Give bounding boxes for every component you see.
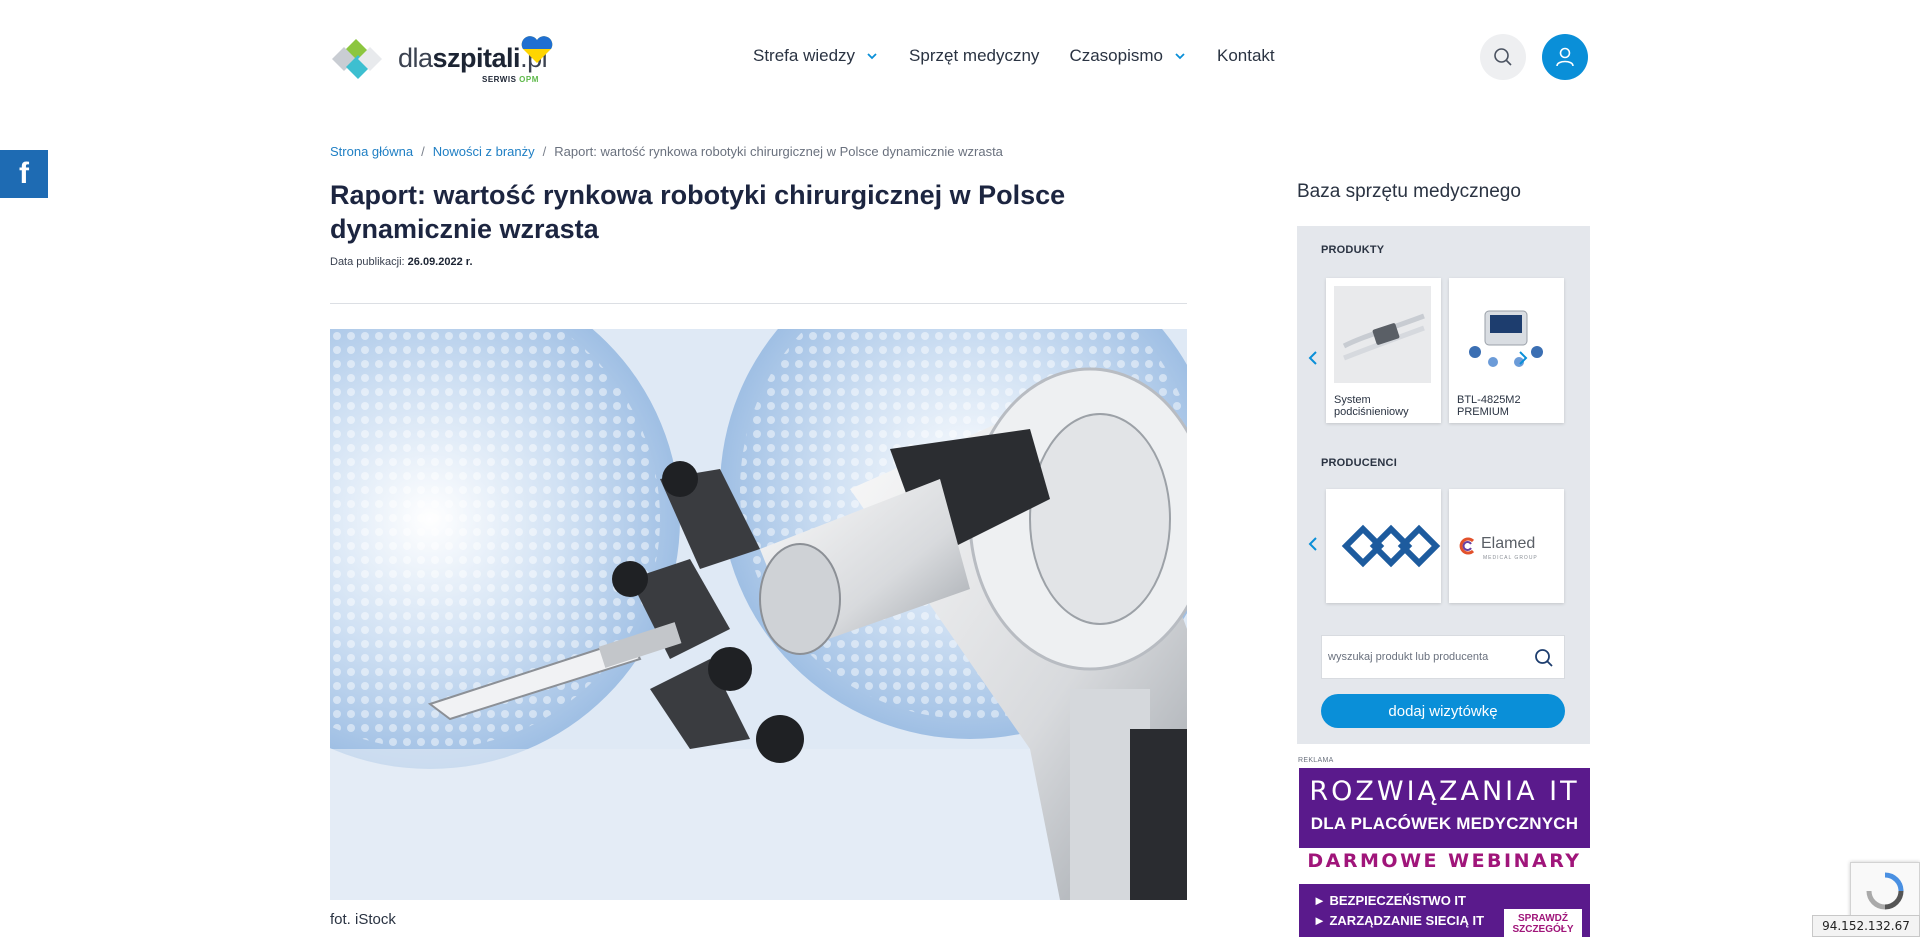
- recaptcha-badge[interactable]: [1850, 862, 1920, 922]
- article-hero-image: [330, 329, 1187, 900]
- ad-webinar-text: DARMOWE WEBINARY: [1307, 850, 1582, 872]
- search-icon[interactable]: [1534, 648, 1554, 668]
- facebook-share-button[interactable]: f: [0, 150, 48, 198]
- chevron-left-icon: [1308, 537, 1317, 551]
- nav-item-kontakt[interactable]: Kontakt: [1217, 46, 1275, 66]
- search-placeholder: wyszukaj produkt lub producenta: [1328, 651, 1489, 663]
- search-icon: [1494, 48, 1512, 66]
- header-search-button[interactable]: [1480, 34, 1526, 80]
- ad-top-block: ROZWIĄZANIA IT DLA PLACÓWEK MEDYCZNYCH: [1299, 768, 1590, 848]
- header-user-button[interactable]: [1542, 34, 1588, 80]
- btl-device-icon: [1469, 310, 1543, 367]
- ip-address-indicator: 94.152.132.67: [1812, 915, 1920, 937]
- image-caption: fot. iStock: [330, 911, 396, 928]
- title-divider: [330, 303, 1187, 304]
- site-logo[interactable]: dlaszpitali.pl SERWIS OPM: [330, 33, 560, 89]
- breadcrumb: Strona główna / Nowości z branży / Raport: w…: [330, 144, 1003, 159]
- main-nav: Strefa wiedzy Sprzęt medyczny Czasopismo…: [753, 46, 1305, 66]
- site-header: dlaszpitali.pl SERWIS OPM Strefa wiedzy …: [0, 0, 1920, 116]
- nav-item-strefa-wiedzy[interactable]: Strefa wiedzy: [753, 46, 879, 66]
- logo-diamond-icon: [332, 39, 382, 79]
- nav-label: Sprzęt medyczny: [909, 46, 1040, 65]
- advertisement-banner[interactable]: ROZWIĄZANIA IT DLA PLACÓWEK MEDYCZNYCH D…: [1299, 768, 1590, 937]
- equipment-database-widget: PRODUKTY System podciśnieniowy BTL-4825M…: [1297, 226, 1590, 744]
- chevron-down-icon: [1175, 53, 1185, 60]
- ad-label: REKLAMA: [1298, 757, 1334, 764]
- chevron-down-icon: [867, 53, 877, 60]
- nav-label: Strefa wiedzy: [753, 46, 856, 65]
- products-next-arrow[interactable]: [1515, 348, 1531, 368]
- product-card[interactable]: System podciśnieniowy: [1326, 278, 1441, 423]
- publication-date: Data publikacji: 26.09.2022 r.: [330, 256, 473, 268]
- ad-bottom-block: ► BEZPIECZEŃSTWO IT ► ZARZĄDZANIE SIECIĄ…: [1299, 884, 1590, 937]
- recaptcha-icon: [1866, 872, 1904, 910]
- product-name: System podciśnieniowy: [1334, 394, 1409, 418]
- product-card[interactable]: BTL-4825M2 PREMIUM: [1449, 278, 1564, 423]
- btl-logo: [1341, 524, 1441, 568]
- breadcrumb-separator: /: [421, 144, 425, 159]
- product-image: [1457, 286, 1554, 383]
- products-label: PRODUKTY: [1321, 244, 1385, 256]
- surgical-robot-illustration: [330, 329, 1187, 900]
- ad-bullet: ► ZARZĄDZANIE SIECIĄ IT: [1313, 913, 1485, 928]
- nav-item-sprzet-medyczny[interactable]: Sprzęt medyczny: [909, 46, 1039, 66]
- breadcrumb-current: Raport: wartość rynkowa robotyki chirurg…: [554, 144, 1003, 159]
- facebook-icon: f: [19, 157, 29, 190]
- nav-item-czasopismo[interactable]: Czasopismo: [1069, 46, 1187, 66]
- add-business-card-button[interactable]: dodaj wizytówkę: [1321, 694, 1565, 728]
- producer-tagline: MEDICAL GROUP: [1483, 555, 1538, 561]
- product-name: BTL-4825M2 PREMIUM: [1457, 394, 1521, 418]
- breadcrumb-separator: /: [542, 144, 547, 159]
- producer-name: Elamed: [1481, 535, 1536, 552]
- products-prev-arrow[interactable]: [1305, 348, 1321, 368]
- date-value: 26.09.2022 r.: [407, 256, 473, 268]
- ad-headline: ROZWIĄZANIA IT: [1309, 776, 1580, 807]
- ad-subheadline: DLA PLACÓWEK MEDYCZNYCH: [1310, 814, 1579, 833]
- elamed-logo-mark-icon: [1459, 537, 1475, 555]
- producer-card-elamed[interactable]: Elamed MEDICAL GROUP: [1449, 489, 1564, 603]
- article-title: Raport: wartość rynkowa robotyki chirurg…: [330, 180, 1066, 244]
- user-icon: [1556, 47, 1574, 67]
- logo-subtitle: SERWIS OPM: [482, 75, 539, 84]
- ukraine-heart-icon: [521, 36, 553, 63]
- sidebar-title: Baza sprzętu medycznego: [1297, 181, 1521, 202]
- date-label: Data publikacji:: [330, 256, 405, 268]
- nav-label: Czasopismo: [1069, 46, 1163, 65]
- producers-label: PRODUCENCI: [1321, 457, 1397, 469]
- ad-cta-button[interactable]: SPRAWDŹ SZCZEGÓŁY: [1504, 909, 1582, 937]
- vacuum-system-icon: [1342, 313, 1425, 361]
- equipment-search-field[interactable]: wyszukaj produkt lub producenta: [1321, 635, 1565, 679]
- producers-prev-arrow[interactable]: [1305, 534, 1321, 554]
- chevron-left-icon: [1308, 351, 1317, 365]
- product-image: [1334, 286, 1431, 383]
- breadcrumb-section-link[interactable]: Nowości z branży: [433, 144, 535, 159]
- nav-label: Kontakt: [1216, 46, 1275, 65]
- breadcrumb-home-link[interactable]: Strona główna: [330, 144, 413, 159]
- producer-card-btl[interactable]: [1326, 489, 1441, 603]
- ad-bullet: ► BEZPIECZEŃSTWO IT: [1313, 893, 1466, 908]
- chevron-right-icon: [1519, 351, 1528, 365]
